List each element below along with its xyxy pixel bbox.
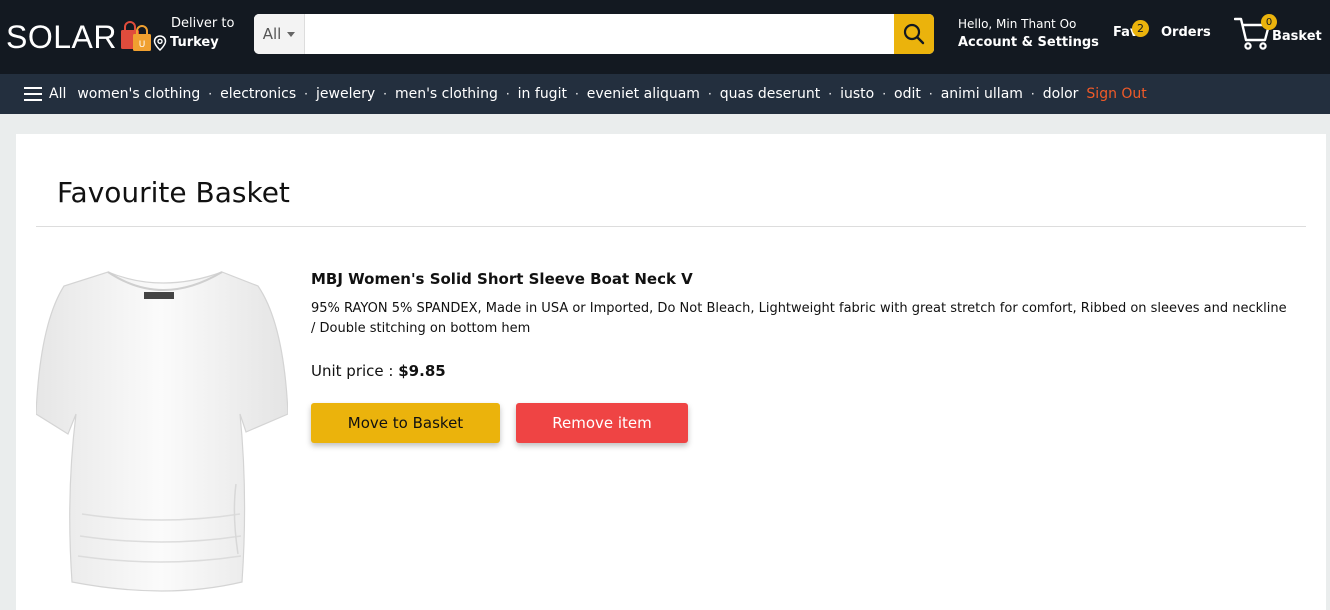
deliver-country: Turkey [170, 35, 219, 50]
page-title: Favourite Basket [57, 176, 290, 209]
nav-separator: · [383, 87, 387, 101]
favourites-count-badge: 2 [1132, 20, 1149, 37]
all-menu-label: All [49, 86, 67, 102]
unit-price-label: Unit price : [311, 362, 394, 380]
search-button[interactable] [894, 14, 934, 54]
nav-category-link[interactable]: dolor [1043, 86, 1079, 102]
nav-category-link[interactable]: electronics [220, 86, 296, 102]
orders-link[interactable]: Orders [1161, 25, 1211, 40]
caret-down-icon [287, 31, 296, 37]
nav-separator: · [574, 87, 579, 101]
nav-category-link[interactable]: men's clothing [395, 86, 498, 102]
account-greeting: Hello, Min Thant Oo [958, 17, 1077, 31]
nav-category-link[interactable]: iusto [840, 86, 874, 102]
nav-separator: · [208, 87, 213, 101]
unit-price-value: $9.85 [398, 362, 446, 380]
nav-category-link[interactable]: jewelery [316, 86, 375, 102]
product-name[interactable]: MBJ Women's Solid Short Sleeve Boat Neck… [311, 270, 693, 288]
top-header: SOLAR U Deliver to Turkey All Hello, Min… [0, 0, 1330, 74]
basket-label: Basket [1272, 29, 1322, 44]
nav-separator: · [928, 87, 933, 101]
nav-category-link[interactable]: quas deserunt [720, 86, 820, 102]
category-links: women's clothing · electronics · jewelery · me… [77, 86, 1078, 102]
category-nav: All women's clothing · electronics · jeweler… [0, 74, 1330, 114]
nav-separator: · [304, 87, 308, 101]
hamburger-menu-icon [24, 87, 42, 101]
account-settings-label: Account & Settings [958, 35, 1099, 50]
deliver-to[interactable]: Deliver to Turkey [153, 15, 234, 52]
search-input[interactable] [305, 14, 894, 54]
account-menu[interactable]: Hello, Min Thant Oo Account & Settings [958, 17, 1099, 52]
nav-category-link[interactable]: animi ullam [941, 86, 1023, 102]
product-description: 95% RAYON 5% SPANDEX, Made in USA or Imp… [311, 301, 1287, 336]
move-to-basket-button[interactable]: Move to Basket [311, 403, 500, 443]
nav-category-link[interactable]: odit [894, 86, 921, 102]
search-icon [903, 23, 925, 45]
nav-category-link[interactable]: eveniet aliquam [587, 86, 700, 102]
all-menu-button[interactable]: All [24, 86, 66, 102]
sign-out-link[interactable]: Sign Out [1086, 86, 1146, 102]
nav-separator: · [1030, 87, 1035, 101]
nav-separator: · [828, 87, 833, 101]
shopping-bag-icon: U [119, 20, 153, 54]
search-category-select[interactable]: All [254, 14, 305, 54]
location-pin-icon [153, 35, 167, 51]
logo[interactable]: SOLAR U [6, 20, 153, 54]
nav-separator: · [882, 87, 887, 101]
nav-category-link[interactable]: women's clothing [77, 86, 200, 102]
product-image[interactable] [35, 264, 289, 592]
nav-separator: · [505, 87, 510, 101]
logo-text: SOLAR [6, 19, 117, 55]
remove-item-button[interactable]: Remove item [516, 403, 688, 443]
nav-category-link[interactable]: in fugit [518, 86, 567, 102]
svg-text:U: U [139, 40, 146, 50]
basket-button[interactable]: 0 Basket [1234, 14, 1324, 52]
nav-separator: · [707, 87, 712, 101]
divider [36, 226, 1306, 227]
basket-count-badge: 0 [1261, 14, 1277, 30]
favourites-panel: Favourite Basket MBJ Women's Solid Short… [16, 134, 1326, 610]
search-category-label: All [262, 25, 282, 43]
deliver-label: Deliver to [171, 16, 235, 31]
unit-price: Unit price : $9.85 [311, 362, 446, 380]
search-bar: All [254, 14, 934, 54]
